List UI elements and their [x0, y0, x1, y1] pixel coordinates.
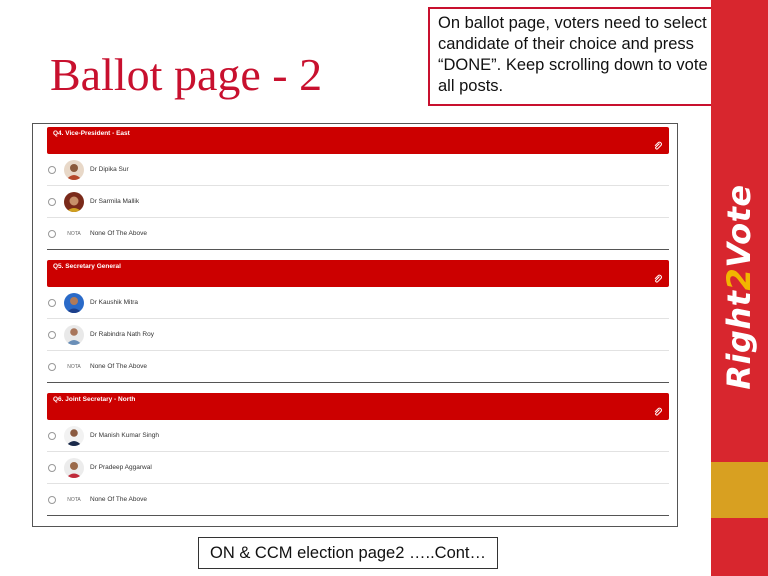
- candidate-name: None Of The Above: [90, 363, 147, 370]
- candidate-name: Dr Kaushik Mitra: [90, 299, 139, 306]
- nota-option[interactable]: NOTA None Of The Above: [47, 484, 669, 516]
- candidate-name: Dr Sarmila Mallik: [90, 198, 140, 205]
- brand-prefix: Right: [720, 290, 758, 390]
- candidate-name: None Of The Above: [90, 496, 147, 503]
- paperclip-icon[interactable]: [653, 141, 663, 151]
- candidate-photo-icon: [64, 159, 84, 180]
- radio-button[interactable]: [48, 229, 56, 238]
- nota-tag: NOTA: [67, 496, 81, 503]
- candidate-photo-icon: [64, 324, 84, 345]
- radio-button[interactable]: [48, 495, 56, 504]
- ballot-screenshot: Q4. Vice-President - East Dr Dipika Sur …: [32, 123, 678, 527]
- radio-button[interactable]: [48, 431, 56, 440]
- question-title: Q5. Secretary General: [53, 263, 121, 270]
- radio-button[interactable]: [48, 298, 56, 307]
- slide-title: Ballot page - 2: [50, 49, 323, 100]
- nota-option[interactable]: NOTA None Of The Above: [47, 218, 669, 250]
- radio-button[interactable]: [48, 165, 56, 174]
- candidate-photo-icon: [64, 292, 84, 313]
- candidate-option[interactable]: Dr Rabindra Nath Roy: [47, 319, 669, 351]
- question-header: Q4. Vice-President - East: [47, 127, 669, 154]
- candidate-option[interactable]: Dr Manish Kumar Singh: [47, 420, 669, 452]
- question-block: Q6. Joint Secretary - North Dr Manish Ku…: [47, 393, 669, 516]
- candidate-option[interactable]: Dr Dipika Sur: [47, 154, 669, 186]
- candidate-name: Dr Pradeep Aggarwal: [90, 464, 152, 471]
- radio-button[interactable]: [48, 330, 56, 339]
- paperclip-icon[interactable]: [653, 407, 663, 417]
- candidate-name: Dr Rabindra Nath Roy: [90, 331, 154, 338]
- footer-caption: ON & CCM election page2 …..Cont…: [198, 537, 498, 569]
- candidate-option[interactable]: Dr Sarmila Mallik: [47, 186, 669, 218]
- question-title: Q4. Vice-President - East: [53, 130, 130, 137]
- radio-button[interactable]: [48, 463, 56, 472]
- candidate-name: None Of The Above: [90, 230, 147, 237]
- candidate-photo-icon: [64, 425, 84, 446]
- candidate-photo-icon: [64, 457, 84, 478]
- question-block: Q5. Secretary General Dr Kaushik Mitra D…: [47, 260, 669, 383]
- question-title: Q6. Joint Secretary - North: [53, 396, 136, 403]
- nota-tag: NOTA: [67, 363, 81, 370]
- nota-tag: NOTA: [67, 230, 81, 237]
- candidate-option[interactable]: Dr Kaushik Mitra: [47, 287, 669, 319]
- question-block: Q4. Vice-President - East Dr Dipika Sur …: [47, 127, 669, 250]
- nota-option[interactable]: NOTA None Of The Above: [47, 351, 669, 383]
- brand-logo: Right2Vote: [720, 184, 758, 389]
- brand-accent: 2: [720, 267, 758, 291]
- brand-suffix: Vote: [720, 184, 758, 268]
- candidate-photo-icon: [64, 191, 84, 212]
- radio-button[interactable]: [48, 197, 56, 206]
- instruction-callout: On ballot page, voters need to select th…: [428, 7, 752, 106]
- paperclip-icon[interactable]: [653, 274, 663, 284]
- candidate-option[interactable]: Dr Pradeep Aggarwal: [47, 452, 669, 484]
- question-header: Q6. Joint Secretary - North: [47, 393, 669, 420]
- radio-button[interactable]: [48, 362, 56, 371]
- candidate-name: Dr Manish Kumar Singh: [90, 432, 159, 439]
- question-header: Q5. Secretary General: [47, 260, 669, 287]
- candidate-name: Dr Dipika Sur: [90, 166, 129, 173]
- side-accent-block: [711, 462, 768, 518]
